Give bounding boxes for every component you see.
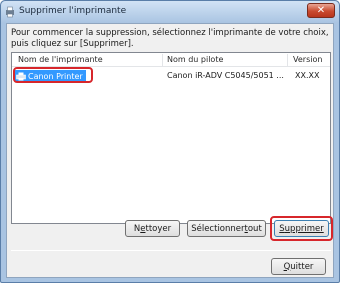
- column-header-driver-name[interactable]: Nom du pilote: [167, 55, 223, 64]
- column-divider[interactable]: [162, 54, 163, 66]
- printer-list[interactable]: Nom de l'imprimante Nom du pilote Versio…: [11, 52, 331, 224]
- clean-button[interactable]: Ne ttoyer: [125, 220, 180, 237]
- select-all-button[interactable]: Sélectionner t out: [187, 220, 266, 237]
- column-header-printer-name[interactable]: Nom de l'imprimante: [18, 55, 103, 64]
- close-button[interactable]: ✕: [307, 3, 335, 18]
- quit-button[interactable]: Quitter: [271, 258, 326, 275]
- column-divider[interactable]: [287, 54, 288, 66]
- list-header: Nom de l'imprimante Nom du pilote Versio…: [12, 53, 330, 67]
- quit-label-end: uitter: [290, 261, 314, 272]
- select-all-label-start: Sélectionner: [191, 223, 245, 234]
- driver-version: XX.XX: [295, 71, 320, 80]
- callout-highlight-printer: [13, 67, 93, 83]
- quit-label-accelerator: Q: [283, 261, 291, 272]
- delete-printer-dialog: Supprimer l'imprimante ✕ Pour commencer …: [0, 0, 340, 283]
- dialog-body: Pour commencer la suppression, sélection…: [6, 23, 334, 278]
- window-title: Supprimer l'imprimante: [19, 6, 127, 16]
- printer-icon: [6, 6, 14, 18]
- driver-name: Canon iR-ADV C5045/5051 ...: [167, 71, 284, 80]
- select-all-label-end: out: [247, 223, 262, 234]
- close-icon: ✕: [316, 5, 326, 16]
- clean-label-end: ttoyer: [145, 223, 172, 234]
- column-header-version[interactable]: Version: [293, 55, 322, 64]
- title-bar[interactable]: Supprimer l'imprimante ✕: [1, 1, 339, 23]
- instruction-text: Pour commencer la suppression, sélection…: [11, 28, 329, 49]
- callout-highlight-delete: [270, 216, 333, 241]
- divider: [11, 250, 331, 251]
